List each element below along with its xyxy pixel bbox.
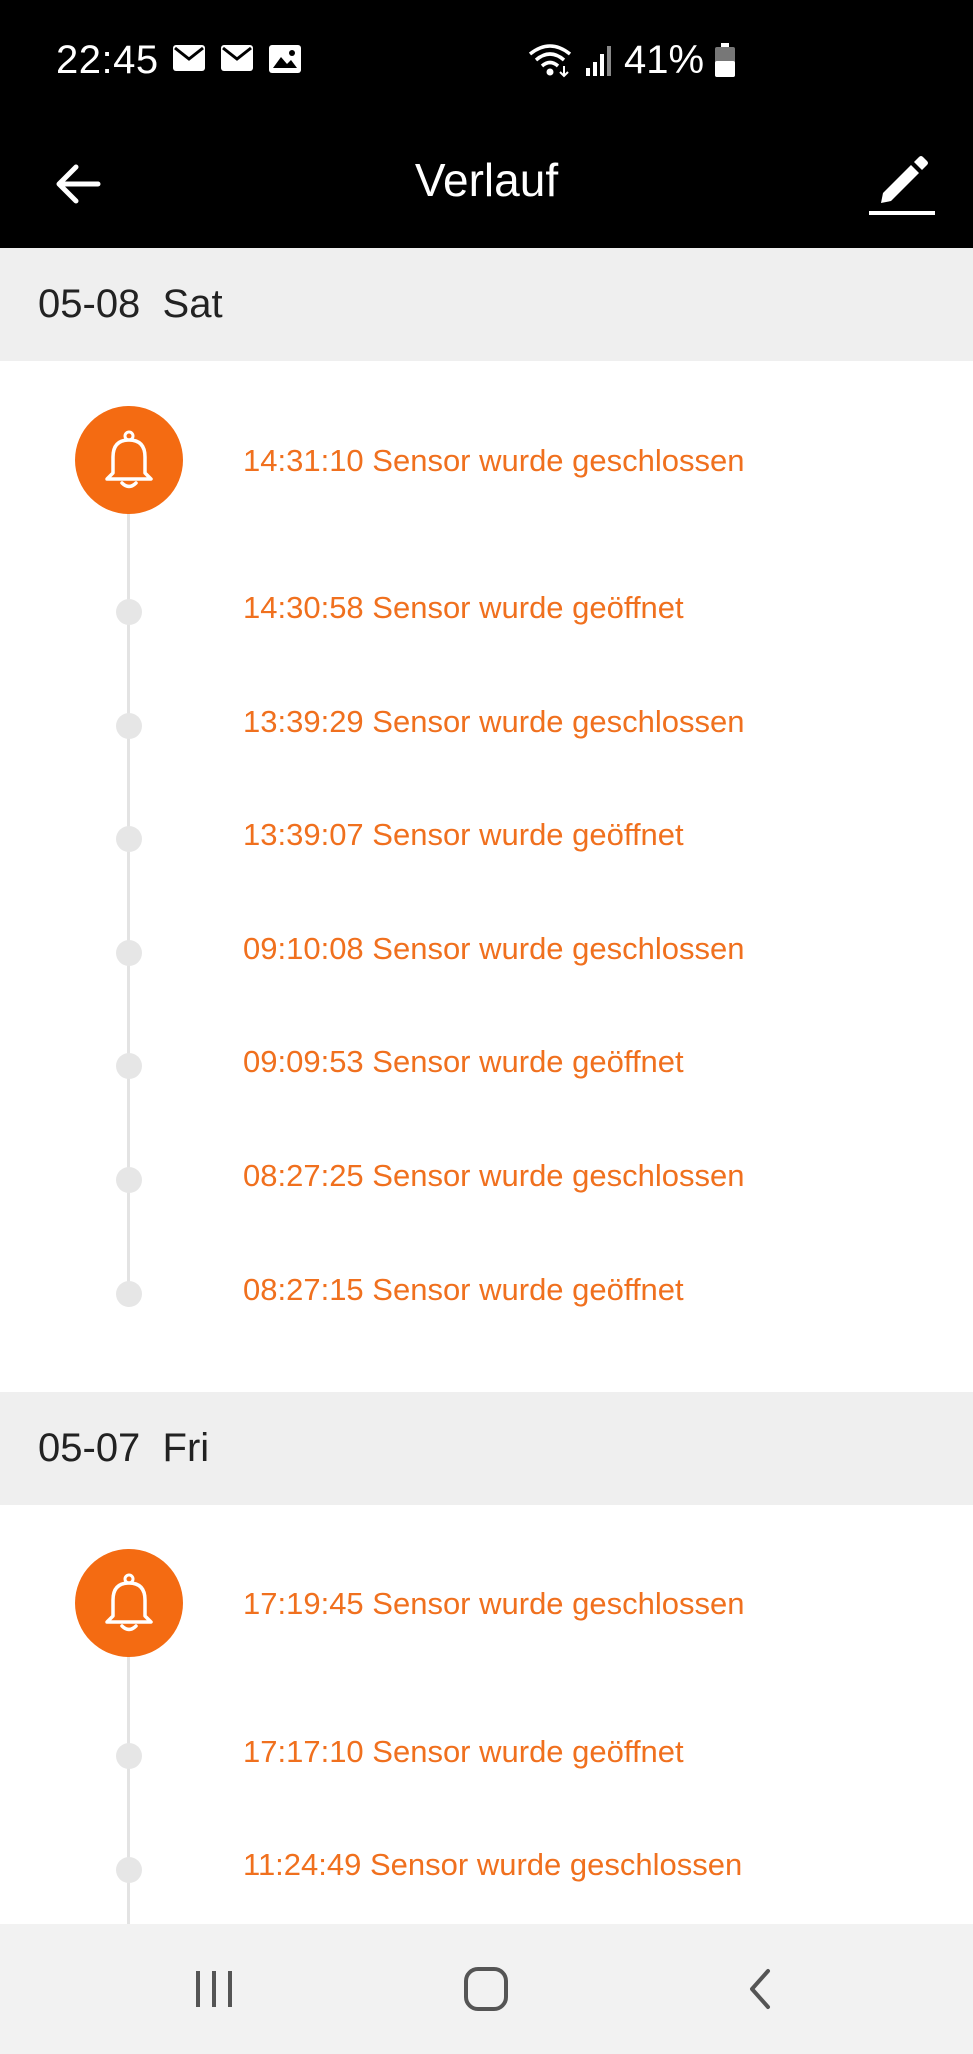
date-header: 05-08 Sat <box>0 248 973 361</box>
date-header: 05-07 Fri <box>0 1392 973 1505</box>
event-item[interactable]: 13:39:29 Sensor wurde geschlossen <box>243 702 745 742</box>
recent-apps-button[interactable] <box>159 1944 269 2034</box>
signal-icon <box>584 42 614 78</box>
timeline-dot <box>116 599 142 625</box>
event-item[interactable]: 08:27:25 Sensor wurde geschlossen <box>243 1156 745 1196</box>
timeline-dot <box>116 713 142 739</box>
event-item[interactable]: 09:09:53 Sensor wurde geöffnet <box>243 1042 684 1082</box>
date-label: 05-07 Fri <box>38 1424 209 1472</box>
timeline-dot <box>116 1281 142 1307</box>
back-chevron-icon <box>744 1965 774 2013</box>
event-item[interactable]: 17:19:45 Sensor wurde geschlossen <box>243 1584 745 1624</box>
screen: 22:45 41% Verlauf 05-08 Sat 14:31:10 Sen… <box>0 0 973 2054</box>
system-nav-bar <box>0 1924 973 2054</box>
bell-icon <box>101 1572 157 1634</box>
image-icon <box>268 44 302 76</box>
event-item[interactable]: 14:30:58 Sensor wurde geöffnet <box>243 588 684 628</box>
edit-button[interactable] <box>862 144 942 224</box>
mail-icon <box>220 44 254 76</box>
weekday-value: Sat <box>162 282 223 326</box>
event-item[interactable]: 17:17:10 Sensor wurde geöffnet <box>243 1732 684 1772</box>
timeline-dot <box>116 940 142 966</box>
bell-icon <box>101 429 157 491</box>
date-value: 05-07 <box>38 1426 141 1470</box>
mail-icon <box>172 44 206 76</box>
wifi-icon <box>526 42 574 78</box>
date-value: 05-08 <box>38 282 141 326</box>
app-bar: Verlauf <box>0 120 973 248</box>
event-item[interactable]: 09:10:08 Sensor wurde geschlossen <box>243 929 745 969</box>
event-item[interactable]: 14:31:10 Sensor wurde geschlossen <box>243 441 745 481</box>
timeline-dot <box>116 826 142 852</box>
status-time: 22:45 <box>56 38 159 82</box>
status-right-group: 41% <box>526 36 736 84</box>
battery-icon <box>714 42 736 78</box>
home-button[interactable] <box>431 1944 541 2034</box>
timeline-dot <box>116 1053 142 1079</box>
recent-apps-icon <box>192 1967 236 2011</box>
timeline-dot <box>116 1743 142 1769</box>
home-icon <box>462 1965 510 2013</box>
bell-marker <box>75 406 183 514</box>
timeline-dot <box>116 1167 142 1193</box>
timeline-dot <box>116 1857 142 1883</box>
weekday-value: Fri <box>162 1426 210 1470</box>
page-title: Verlauf <box>414 154 559 206</box>
event-item[interactable]: 08:27:15 Sensor wurde geöffnet <box>243 1270 684 1310</box>
event-item[interactable]: 13:39:07 Sensor wurde geöffnet <box>243 815 684 855</box>
pencil-icon <box>867 151 937 217</box>
status-bar: 22:45 41% <box>0 0 973 120</box>
date-label: 05-08 Sat <box>38 280 223 328</box>
nav-back-button[interactable] <box>704 1944 814 2034</box>
bell-marker <box>75 1549 183 1657</box>
event-item[interactable]: 11:24:49 Sensor wurde geschlossen <box>243 1845 742 1885</box>
battery-percent: 41% <box>624 38 705 82</box>
